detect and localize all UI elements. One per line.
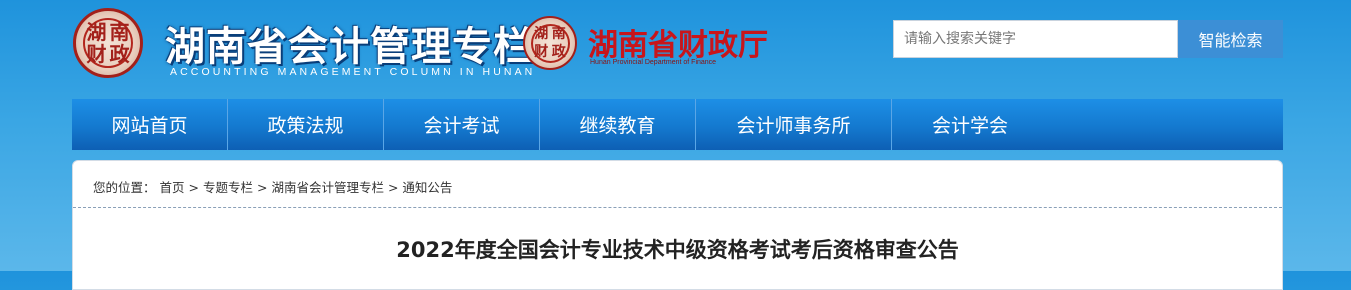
search-input[interactable]: [893, 20, 1178, 58]
site-title[interactable]: 湖南省会计管理专栏: [165, 14, 534, 72]
nav-item-policies[interactable]: 政策法规: [228, 99, 384, 150]
seal-char: 政: [109, 42, 130, 67]
breadcrumb-separator: >: [256, 180, 268, 195]
article-title: 2022年度全国会计专业技术中级资格考试考后资格审查公告: [396, 238, 959, 262]
seal-text: 湖 南 财 政: [530, 23, 570, 63]
seal-char: 政: [551, 43, 566, 60]
divider: [73, 207, 1282, 208]
seal-char: 湖: [534, 26, 549, 43]
nav-item-continuing-education[interactable]: 继续教育: [540, 99, 696, 150]
breadcrumb-home[interactable]: 首页: [160, 180, 185, 195]
finance-seal-logo[interactable]: 湖 南 财 政: [73, 8, 143, 78]
site-subtitle: ACCOUNTING MANAGEMENT COLUMN IN HUNAN: [170, 66, 536, 78]
nav-item-accounting-society[interactable]: 会计学会: [892, 99, 1048, 150]
department-seal-logo[interactable]: 湖 南 财 政: [523, 16, 577, 70]
breadcrumb-separator: >: [387, 180, 399, 195]
seal-char: 财: [534, 43, 549, 60]
nav-item-accounting-exam[interactable]: 会计考试: [384, 99, 540, 150]
seal-char: 财: [86, 42, 107, 67]
breadcrumb-accounting-column[interactable]: 湖南省会计管理专栏: [271, 180, 384, 195]
breadcrumb-separator: >: [188, 180, 199, 195]
breadcrumb-special-topics[interactable]: 专题专栏: [203, 180, 253, 195]
seal-char: 湖: [86, 19, 107, 44]
seal-char: 南: [551, 26, 566, 43]
nav-item-cpa-firms[interactable]: 会计师事务所: [696, 99, 892, 150]
breadcrumb-prefix: 您的位置：: [93, 180, 156, 195]
breadcrumb-notices[interactable]: 通知公告: [402, 180, 452, 195]
department-name[interactable]: 湖南省财政厅: [588, 20, 768, 64]
main-nav: 网站首页 政策法规 会计考试 继续教育 会计师事务所 会计学会: [72, 99, 1283, 150]
seal-text: 湖 南 财 政: [83, 18, 133, 68]
breadcrumb: 您的位置： 首页 > 专题专栏 > 湖南省会计管理专栏 > 通知公告: [93, 177, 452, 196]
department-name-en: Hunan Provincial Department of Finance: [590, 59, 717, 66]
seal-char: 南: [109, 19, 130, 44]
smart-search-button[interactable]: 智能检索: [1178, 20, 1283, 58]
nav-item-home[interactable]: 网站首页: [72, 99, 228, 150]
site-header: 湖 南 财 政 湖南省会计管理专栏 ACCOUNTING MANAGEMENT …: [0, 0, 1351, 95]
